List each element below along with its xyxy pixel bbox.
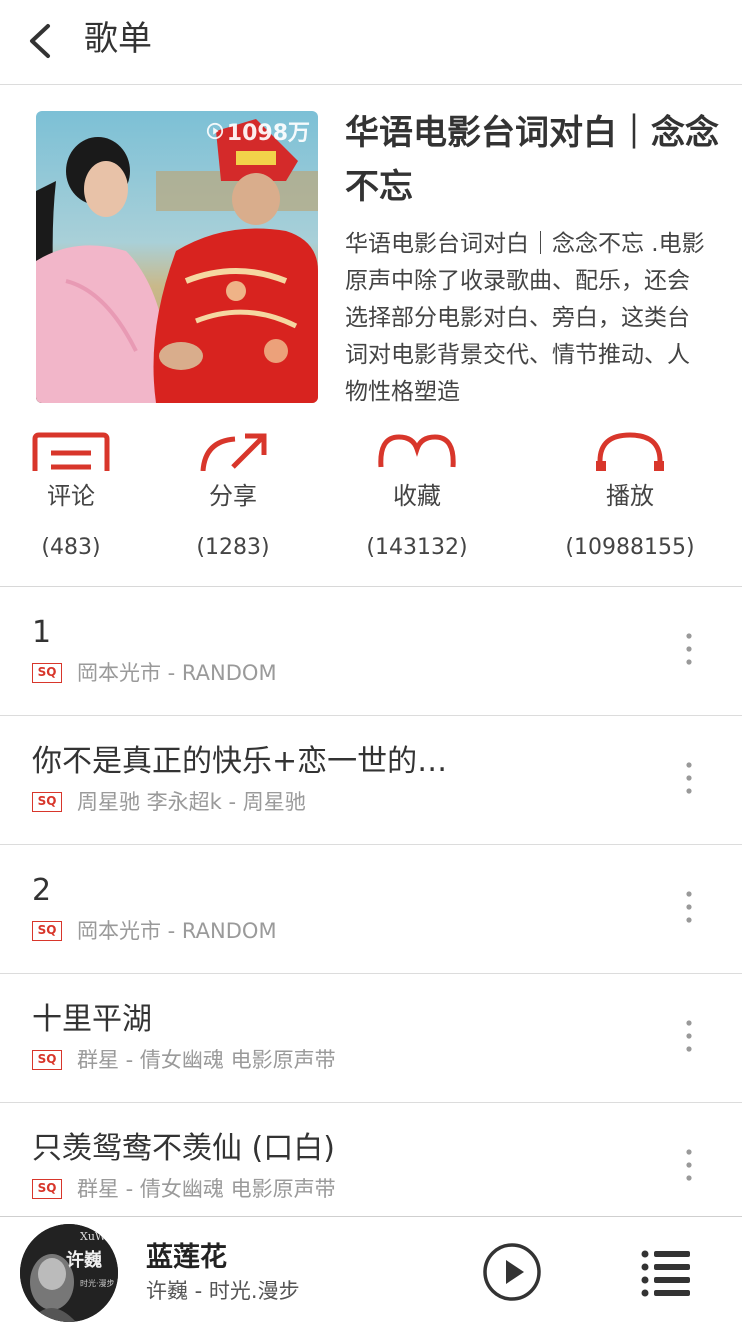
heart-icon xyxy=(378,434,456,468)
song-row[interactable]: 1 SQ 岡本光市 - RANDOM xyxy=(0,587,742,716)
now-playing-cover[interactable]: XuWei 许巍 时光·漫步 xyxy=(20,1224,118,1322)
song-row[interactable]: 2 SQ 岡本光市 - RANDOM xyxy=(0,845,742,974)
sq-badge: SQ xyxy=(32,921,62,941)
back-arrow-icon[interactable] xyxy=(22,18,62,64)
song-artist: 群星 - 倩女幽魂 电影原声带 xyxy=(77,1177,336,1201)
playlist-description[interactable]: 华语电影台词对白｜念念不忘 .电影原声中除了收录歌曲、配乐，还会选择部分电影对白… xyxy=(345,226,705,412)
song-list: 1 SQ 岡本光市 - RANDOM 你不是真正的快乐+恋一世的… SQ 周星驰… xyxy=(0,587,742,1232)
song-title: 你不是真正的快乐+恋一世的… xyxy=(32,744,448,779)
song-artist: 岡本光市 - RANDOM xyxy=(77,919,277,943)
svg-text:时光·漫步: 时光·漫步 xyxy=(80,1278,115,1288)
sq-badge: SQ xyxy=(32,792,62,812)
song-row[interactable]: 只羡鸳鸯不羡仙 (口白) SQ 群星 - 倩女幽魂 电影原声带 xyxy=(0,1103,742,1232)
playlist-title: 华语电影台词对白｜念念不忘 xyxy=(345,113,719,207)
song-title: 1 xyxy=(32,615,52,650)
favorite-label: 收藏 xyxy=(393,482,441,510)
share-count: (1283) xyxy=(196,535,270,560)
play-count-value: 1098万 xyxy=(226,121,310,146)
page-title: 歌单 xyxy=(84,19,152,59)
favorite-button[interactable]: 收藏 (143132) xyxy=(332,431,502,563)
song-title: 十里平湖 xyxy=(32,1002,152,1037)
song-title: 只羡鸳鸯不羡仙 (口白) xyxy=(32,1131,335,1166)
cover-image xyxy=(36,111,318,403)
album-art: XuWei 许巍 时光·漫步 xyxy=(20,1224,118,1322)
song-row[interactable]: 你不是真正的快乐+恋一世的… SQ 周星驰 李永超k - 周星驰 xyxy=(0,716,742,845)
play-all-button[interactable]: 播放 (10988155) xyxy=(545,431,715,563)
more-options-icon[interactable] xyxy=(676,1145,702,1185)
play-pause-button[interactable] xyxy=(482,1242,542,1302)
play-count-icon xyxy=(206,122,223,140)
comment-label: 评论 xyxy=(47,482,95,510)
play-count: 1098万 xyxy=(206,115,310,147)
mini-player[interactable]: XuWei 许巍 时光·漫步 蓝莲花 许巍 - 时光.漫步 xyxy=(0,1216,742,1322)
share-button[interactable]: 分享 (1283) xyxy=(148,431,318,563)
play-all-label: 播放 xyxy=(606,482,654,510)
svg-text:许巍: 许巍 xyxy=(66,1249,102,1271)
song-row[interactable]: 十里平湖 SQ 群星 - 倩女幽魂 电影原声带 xyxy=(0,974,742,1103)
favorite-count: (143132) xyxy=(366,535,468,560)
now-playing-artist: 许巍 - 时光.漫步 xyxy=(146,1279,300,1303)
svg-text:XuWei: XuWei xyxy=(80,1230,116,1243)
more-options-icon[interactable] xyxy=(676,887,702,927)
more-options-icon[interactable] xyxy=(676,1016,702,1056)
share-icon xyxy=(200,433,267,471)
action-bar: 评论 (483) 分享 (1283) 收藏 (143132) 播放 (10988… xyxy=(0,431,742,581)
song-artist: 群星 - 倩女幽魂 电影原声带 xyxy=(77,1048,336,1072)
share-label: 分享 xyxy=(209,482,257,510)
song-artist: 岡本光市 - RANDOM xyxy=(77,661,277,685)
more-options-icon[interactable] xyxy=(676,758,702,798)
play-all-count: (10988155) xyxy=(565,535,695,560)
now-playing-title: 蓝莲花 xyxy=(146,1242,227,1273)
more-options-icon[interactable] xyxy=(676,629,702,669)
song-artist: 周星驰 李永超k - 周星驰 xyxy=(77,790,306,814)
comment-count: (483) xyxy=(41,535,101,560)
playlist-cover[interactable]: 1098万 xyxy=(36,111,318,403)
nav-bar: 歌单 xyxy=(0,0,742,85)
playlist-header: 1098万 华语电影台词对白｜念念不忘 华语电影台词对白｜念念不忘 .电影原声中… xyxy=(0,86,742,586)
sq-badge: SQ xyxy=(32,1179,62,1199)
sq-badge: SQ xyxy=(32,663,62,683)
comment-icon xyxy=(32,432,110,471)
sq-badge: SQ xyxy=(32,1050,62,1070)
comment-button[interactable]: 评论 (483) xyxy=(0,431,156,563)
headphones-icon xyxy=(596,432,664,471)
song-title: 2 xyxy=(32,873,52,908)
playlist-queue-icon[interactable] xyxy=(640,1247,692,1297)
